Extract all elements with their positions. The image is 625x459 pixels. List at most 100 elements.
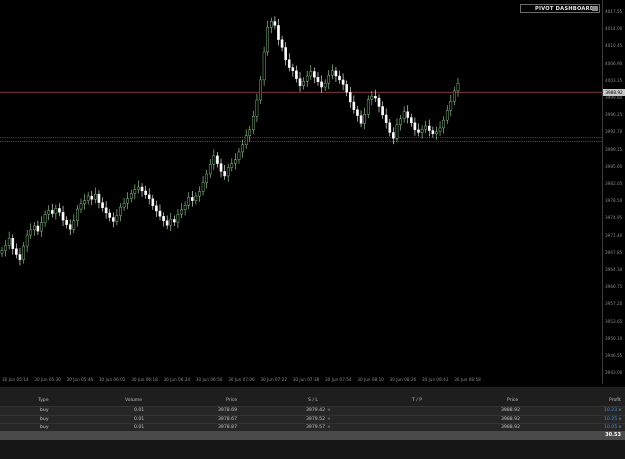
- candle: [198, 186, 201, 202]
- candle-body: [392, 132, 395, 139]
- candle: [11, 234, 15, 255]
- candle-body: [190, 197, 194, 201]
- candle: [165, 215, 169, 230]
- col-sl-header[interactable]: S / L: [308, 397, 318, 406]
- candle-body: [176, 214, 180, 223]
- candle: [417, 123, 420, 137]
- candle: [370, 90, 374, 106]
- candle-body: [33, 225, 36, 231]
- candle-body: [244, 135, 248, 146]
- time-tick-label: 30 Jun 08:58: [454, 377, 481, 382]
- price-tick-label: 4010.45: [605, 43, 623, 49]
- col-type-header[interactable]: Type: [38, 397, 49, 406]
- candle-body: [223, 171, 226, 177]
- candle: [366, 95, 370, 119]
- time-tick-label: 30 Jun 08:42: [421, 377, 449, 382]
- candle: [79, 198, 83, 213]
- candle: [302, 77, 305, 90]
- candle: [449, 94, 453, 117]
- candle-body: [83, 200, 86, 205]
- candle-body: [374, 95, 377, 99]
- candle: [359, 110, 363, 128]
- candle-body: [68, 224, 72, 230]
- candle-body: [295, 70, 298, 79]
- col-current-price-header[interactable]: Price: [507, 397, 518, 406]
- time-scale[interactable]: 30 Jun 05:14 30 Jun 05:30 30 Jun 05:46 30 J…: [0, 376, 602, 384]
- col-volume-header[interactable]: Volume: [125, 397, 142, 406]
- candle: [341, 73, 345, 91]
- candle: [201, 175, 205, 196]
- candle: [295, 65, 298, 83]
- candle: [76, 205, 79, 227]
- candle: [424, 120, 427, 134]
- candle: [144, 185, 147, 199]
- col-profit-header[interactable]: Profit: [609, 397, 621, 406]
- candle-body: [269, 21, 273, 28]
- candle-body: [320, 81, 323, 88]
- candle: [158, 204, 162, 221]
- candle-body: [302, 80, 305, 86]
- candle-body: [377, 97, 381, 107]
- candle-body: [147, 194, 151, 199]
- candle-body: [259, 79, 262, 101]
- candle-body: [216, 155, 219, 164]
- price-chart[interactable]: [0, 0, 602, 384]
- price-tick-label: 3989.15: [605, 146, 623, 152]
- pivot-dashboard-button[interactable]: PIVOT DASHBOARD: [520, 4, 600, 13]
- candle: [230, 158, 234, 172]
- candle: [72, 214, 76, 234]
- candle-body: [266, 27, 270, 53]
- candle-body: [384, 114, 388, 123]
- candle: [97, 190, 101, 209]
- col-price-header[interactable]: Price: [226, 397, 237, 406]
- candle: [442, 116, 445, 134]
- candle-body: [338, 75, 341, 81]
- candle-body: [363, 114, 366, 124]
- candle-body: [255, 99, 259, 117]
- candle: [36, 220, 40, 236]
- candle: [18, 248, 22, 266]
- candle: [298, 72, 302, 92]
- candle-body: [165, 220, 169, 226]
- candle: [223, 164, 226, 180]
- price-tick-label: 3953.65: [605, 318, 623, 324]
- candle-body: [133, 189, 137, 194]
- candle: [101, 197, 104, 212]
- candle: [25, 229, 29, 252]
- price-tick-label: 3964.30: [605, 267, 623, 272]
- candle-body: [79, 203, 83, 210]
- candle-body: [122, 203, 126, 208]
- candle: [323, 79, 327, 91]
- candle: [445, 105, 449, 125]
- candle: [413, 117, 417, 136]
- candle: [90, 190, 94, 206]
- time-tick-label: 30 Jun 08:10: [357, 377, 384, 382]
- candle-body: [234, 159, 237, 164]
- time-tick-label: 30 Jun 07:54: [325, 377, 352, 382]
- candle: [219, 158, 223, 178]
- candle-body: [29, 229, 33, 236]
- price-tick-label: 3943.00: [605, 370, 623, 376]
- candle: [384, 108, 388, 129]
- candle-body: [11, 238, 15, 249]
- candle: [7, 231, 11, 250]
- candle: [244, 129, 248, 149]
- candle-body: [4, 245, 7, 251]
- candle: [226, 163, 230, 182]
- candle-body: [427, 125, 431, 131]
- candle-body: [366, 99, 370, 115]
- candle: [410, 113, 413, 127]
- candle: [176, 209, 180, 228]
- col-tp-header[interactable]: T / P: [412, 397, 422, 406]
- time-tick-label: 30 Jun 07:22: [260, 377, 287, 382]
- time-tick-label: 30 Jun 06:02: [98, 377, 126, 382]
- minimize-icon[interactable]: [592, 6, 598, 11]
- candle-body: [352, 101, 356, 110]
- candle: [212, 149, 216, 171]
- price-scale[interactable]: 4017.55 4014.00 4010.45 4006.90 4003.35 3999.…: [602, 0, 625, 384]
- candle-body: [438, 127, 442, 133]
- candle: [241, 139, 244, 158]
- price-tick-label: 3974.95: [605, 215, 623, 221]
- candle: [50, 203, 54, 218]
- candle-body: [144, 190, 147, 195]
